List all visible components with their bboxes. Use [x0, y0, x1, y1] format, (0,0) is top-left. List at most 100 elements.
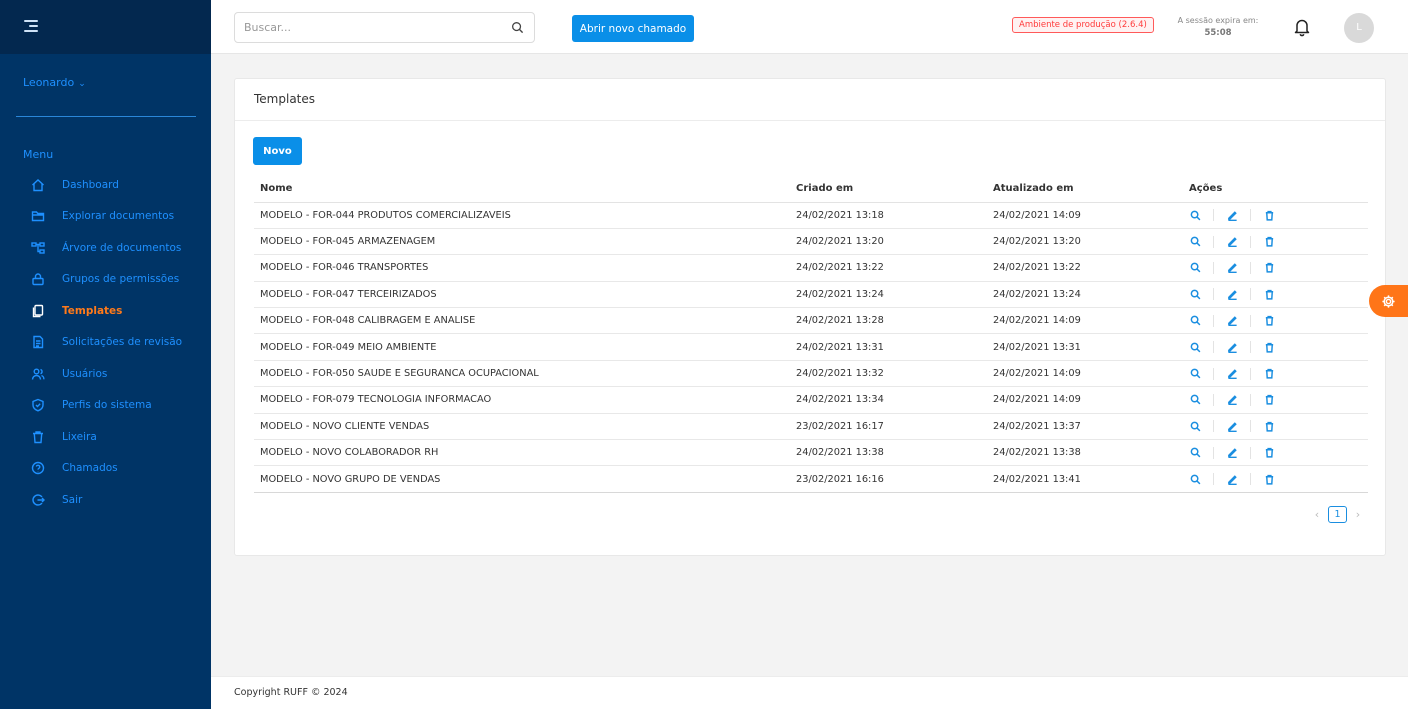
trash-icon[interactable]	[1263, 447, 1275, 459]
view-icon[interactable]	[1189, 209, 1201, 221]
search-input[interactable]	[235, 13, 495, 42]
cell-nome: MODELO - FOR-079 TECNOLOGIA INFORMACAO	[254, 386, 790, 414]
divider	[1213, 235, 1214, 248]
column-header-criado[interactable]: Criado em	[790, 176, 987, 203]
sidebar-item-lixeira[interactable]: Lixeira	[0, 421, 211, 453]
divider	[1250, 235, 1251, 248]
templates-card: Templates Novo Nome Criado em Atualizado…	[234, 78, 1386, 556]
column-header-nome[interactable]: Nome	[254, 176, 790, 203]
view-icon[interactable]	[1189, 341, 1201, 353]
view-icon[interactable]	[1189, 368, 1201, 380]
sidebar-item-perfis-do-sistema[interactable]: Perfis do sistema	[0, 390, 211, 422]
sidebar-item-templates[interactable]: Templates	[0, 295, 211, 327]
edit-icon[interactable]	[1226, 341, 1238, 353]
users-icon	[31, 367, 45, 381]
bell-icon[interactable]	[1293, 17, 1311, 37]
trash-icon[interactable]	[1263, 209, 1275, 221]
column-header-atualizado[interactable]: Atualizado em	[987, 176, 1183, 203]
edit-icon[interactable]	[1226, 447, 1238, 459]
divider	[1250, 288, 1251, 301]
prev-page-button[interactable]: ‹	[1310, 508, 1324, 521]
edit-icon[interactable]	[1226, 473, 1238, 485]
table-row[interactable]: MODELO - NOVO GRUPO DE VENDAS 23/02/2021 …	[254, 465, 1368, 493]
row-actions	[1189, 367, 1368, 380]
trash-icon[interactable]	[1263, 368, 1275, 380]
table-row[interactable]: MODELO - FOR-050 SAUDE E SEGURANCA OCUPA…	[254, 360, 1368, 388]
view-icon[interactable]	[1189, 473, 1201, 485]
trash-icon[interactable]	[1263, 473, 1275, 485]
page-title: Templates	[235, 79, 1385, 121]
page-number-button[interactable]: 1	[1328, 506, 1347, 523]
table-row[interactable]: MODELO - FOR-048 CALIBRAGEM E ANALISE 24/…	[254, 307, 1368, 335]
sidebar-item-usuarios[interactable]: Usuários	[0, 358, 211, 390]
avatar[interactable]: L	[1344, 13, 1374, 43]
edit-icon[interactable]	[1226, 420, 1238, 432]
view-icon[interactable]	[1189, 288, 1201, 300]
settings-gear-button[interactable]	[1369, 285, 1408, 317]
trash-icon[interactable]	[1263, 288, 1275, 300]
divider	[1213, 314, 1214, 327]
trash-icon[interactable]	[1263, 262, 1275, 274]
table-row[interactable]: MODELO - FOR-045 ARMAZENAGEM 24/02/2021 1…	[254, 228, 1368, 256]
edit-icon[interactable]	[1226, 209, 1238, 221]
row-actions	[1189, 446, 1368, 459]
cell-acoes	[1183, 360, 1368, 388]
new-template-button[interactable]: Novo	[253, 137, 302, 165]
trash-icon[interactable]	[1263, 236, 1275, 248]
divider	[1213, 393, 1214, 406]
cell-atualizado: 24/02/2021 14:09	[987, 307, 1183, 335]
table-row[interactable]: MODELO - NOVO COLABORADOR RH 24/02/2021 1…	[254, 439, 1368, 467]
view-icon[interactable]	[1189, 262, 1201, 274]
sidebar-item-solicitacoes-de-revisao[interactable]: Solicitações de revisão	[0, 327, 211, 359]
edit-icon[interactable]	[1226, 288, 1238, 300]
edit-icon[interactable]	[1226, 262, 1238, 274]
view-icon[interactable]	[1189, 420, 1201, 432]
folder-icon	[31, 209, 45, 223]
sidebar-item-label: Dashboard	[62, 178, 119, 191]
table-row[interactable]: MODELO - FOR-044 PRODUTOS COMERCIALIZAVE…	[254, 202, 1368, 229]
cell-acoes	[1183, 281, 1368, 309]
environment-badge: Ambiente de produção (2.6.4)	[1012, 17, 1154, 33]
user-menu[interactable]: Leonardo ⌄	[23, 76, 86, 89]
open-ticket-button[interactable]: Abrir novo chamado	[572, 15, 694, 42]
edit-icon[interactable]	[1226, 315, 1238, 327]
top-header: Abrir novo chamado Ambiente de produção …	[211, 0, 1408, 54]
table-row[interactable]: MODELO - FOR-079 TECNOLOGIA INFORMACAO 24…	[254, 386, 1368, 414]
view-icon[interactable]	[1189, 447, 1201, 459]
trash-icon[interactable]	[1263, 341, 1275, 353]
trash-icon[interactable]	[1263, 394, 1275, 406]
edit-icon[interactable]	[1226, 236, 1238, 248]
sidebar-item-label: Árvore de documentos	[62, 241, 182, 254]
edit-icon[interactable]	[1226, 394, 1238, 406]
cell-nome: MODELO - FOR-047 TERCEIRIZADOS	[254, 281, 790, 309]
next-page-button[interactable]: ›	[1351, 508, 1365, 521]
search-icon[interactable]	[511, 21, 524, 34]
divider	[1213, 209, 1214, 222]
sidebar-item-arvore-de-documentos[interactable]: Árvore de documentos	[0, 232, 211, 264]
view-icon[interactable]	[1189, 236, 1201, 248]
view-icon[interactable]	[1189, 394, 1201, 406]
trash-icon[interactable]	[1263, 420, 1275, 432]
divider	[1213, 420, 1214, 433]
menu-toggle-icon[interactable]	[24, 20, 38, 33]
sidebar-item-chamados[interactable]: Chamados	[0, 453, 211, 485]
table-row[interactable]: MODELO - FOR-049 MEIO AMBIENTE 24/02/2021…	[254, 333, 1368, 361]
sidebar-item-grupos-de-permissoes[interactable]: Grupos de permissões	[0, 264, 211, 296]
table-row[interactable]: MODELO - FOR-047 TERCEIRIZADOS 24/02/2021…	[254, 281, 1368, 309]
edit-icon[interactable]	[1226, 368, 1238, 380]
view-icon[interactable]	[1189, 315, 1201, 327]
table-row[interactable]: MODELO - FOR-046 TRANSPORTES 24/02/2021 1…	[254, 254, 1368, 282]
row-actions	[1189, 261, 1368, 274]
cell-atualizado: 24/02/2021 13:22	[987, 254, 1183, 282]
sidebar-item-dashboard[interactable]: Dashboard	[0, 169, 211, 201]
trash-icon[interactable]	[1263, 315, 1275, 327]
table-row[interactable]: MODELO - NOVO CLIENTE VENDAS 23/02/2021 1…	[254, 413, 1368, 441]
sidebar-item-sair[interactable]: Sair	[0, 484, 211, 516]
cell-nome: MODELO - FOR-045 ARMAZENAGEM	[254, 228, 790, 256]
sidebar-item-label: Templates	[62, 304, 123, 317]
cell-criado: 24/02/2021 13:24	[790, 281, 987, 309]
user-name: Leonardo	[23, 76, 75, 89]
divider	[1213, 288, 1214, 301]
sidebar-item-explorar-documentos[interactable]: Explorar documentos	[0, 201, 211, 233]
templates-table: Nome Criado em Atualizado em Ações MODEL…	[254, 176, 1368, 493]
